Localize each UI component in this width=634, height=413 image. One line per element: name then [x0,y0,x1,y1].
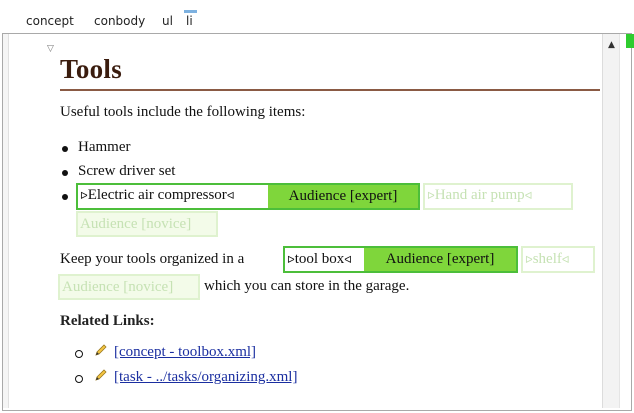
page-title: Tools [60,54,123,84]
bullet-icon [62,146,68,152]
list-item-screwdriver[interactable]: Screw driver set [78,163,175,180]
element-start-marker-icon: ᐅ [427,191,435,202]
collapse-triangle-icon[interactable]: ▽ [47,44,54,54]
list-ring-icon [75,350,83,358]
paragraph-prefix: Keep your tools organized in a [60,251,245,267]
intro-paragraph: Useful tools include the following items… [60,104,306,120]
paragraph-suffix: which you can store in the garage. [204,278,410,294]
element-start-marker-icon: ᐅ [525,255,533,266]
status-marker [626,34,634,48]
breadcrumb-item-conbody[interactable]: conbody [94,14,145,28]
bullet-icon [62,170,68,176]
list-ring-icon [75,375,83,383]
bullet-icon [62,194,68,200]
audience-tag-novice[interactable]: Audience [novice] [60,276,198,298]
breadcrumb-item-li[interactable]: li [184,10,197,28]
element-start-marker-icon: ᐅ [80,191,88,202]
element-end-marker-icon: ᐊ [561,255,570,266]
audience-tag-expert[interactable]: Audience [expert] [268,185,418,208]
scroll-up-arrow-icon[interactable]: ▲ [603,40,620,50]
list-item-hammer[interactable]: Hammer [78,139,130,156]
related-links-heading: Related Links: [60,313,155,329]
pencil-link-icon [95,369,107,381]
compressor-text[interactable]: ᐅElectric air compressorᐊ [80,187,235,204]
breadcrumb: concept conbody ul li [0,0,634,33]
element-end-marker-icon: ᐊ [524,191,533,202]
shelf-text[interactable]: ᐅshelfᐊ [525,251,570,268]
related-link-toolbox[interactable]: [concept - toolbox.xml] [114,344,256,361]
element-end-marker-icon: ᐊ [344,255,352,266]
pencil-link-icon [95,344,107,356]
audience-tag-expert[interactable]: Audience [expert] [364,248,516,271]
element-start-marker-icon: ᐅ [287,255,295,266]
element-end-marker-icon: ᐊ [226,191,235,202]
audience-tag-novice[interactable]: Audience [novice] [78,213,216,235]
breadcrumb-item-concept[interactable]: concept [26,14,74,28]
tool-box-text[interactable]: ᐅtool boxᐊ [287,251,352,268]
air-pump-text[interactable]: ᐅHand air pumpᐊ [427,187,532,204]
right-side-strip [619,34,631,408]
related-link-organizing[interactable]: [task - ../tasks/organizing.xml] [114,369,297,386]
vertical-scrollbar[interactable]: ▲ [602,34,620,408]
title-divider [60,89,600,91]
breadcrumb-item-ul[interactable]: ul [162,14,173,28]
